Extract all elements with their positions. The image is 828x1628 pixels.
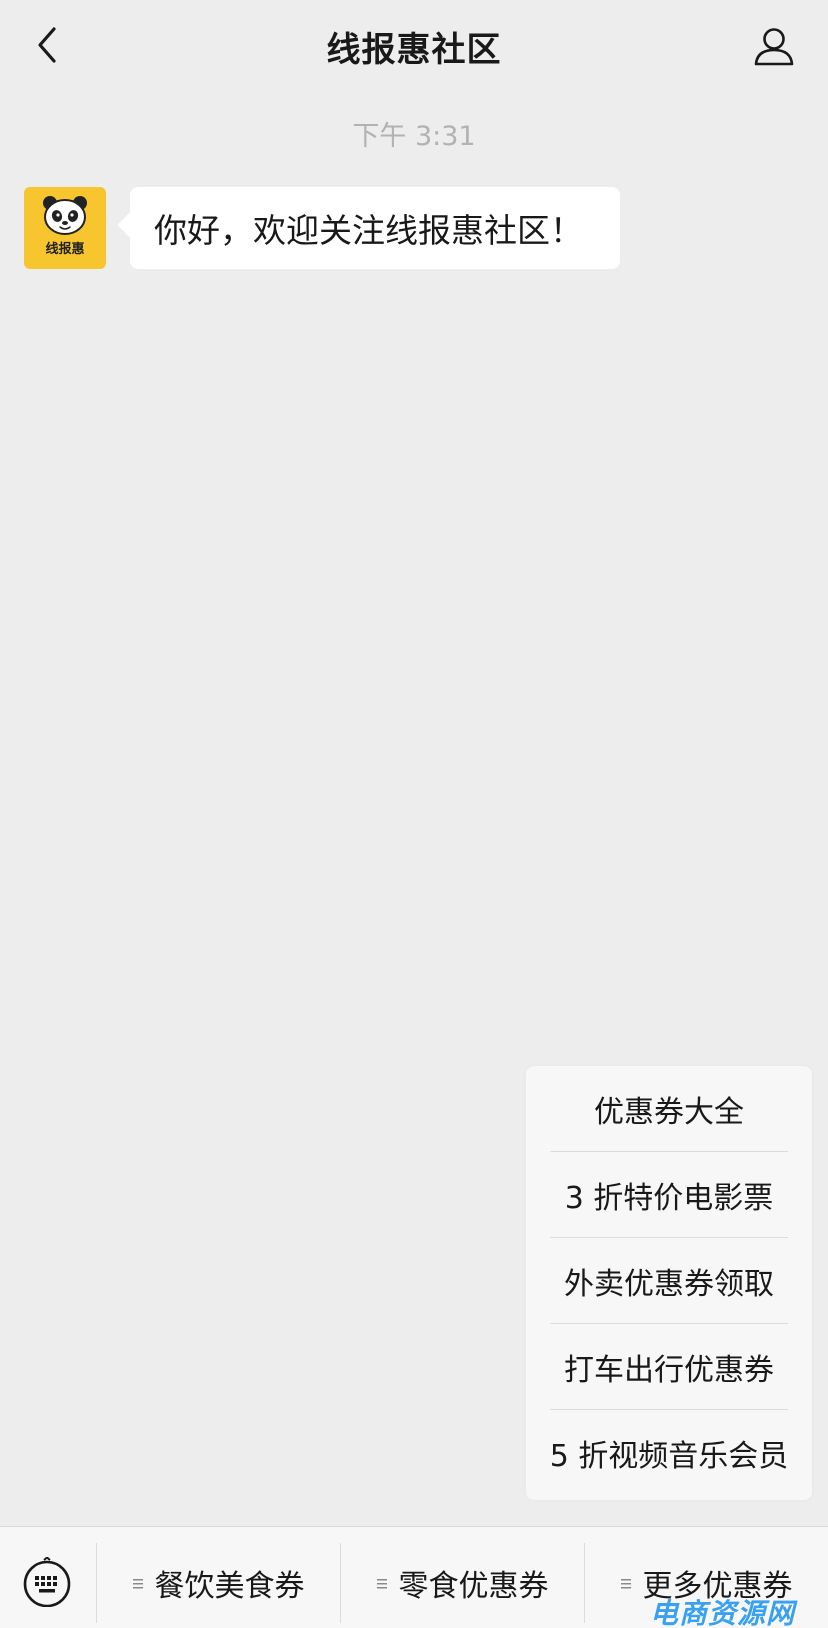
- bar-item-food-coupons[interactable]: 餐饮美食券: [97, 1543, 340, 1623]
- menu-item-ride-coupons[interactable]: 打车出行优惠券: [550, 1324, 788, 1410]
- menu-item-takeout-coupons[interactable]: 外卖优惠券领取: [550, 1238, 788, 1324]
- menu-item-movie-tickets[interactable]: 3 折特价电影票: [550, 1152, 788, 1238]
- keyboard-toggle-button[interactable]: [22, 1556, 72, 1608]
- list-icon: [132, 1578, 143, 1590]
- page-title: 线报惠社区: [326, 30, 502, 70]
- keyboard-icon: [23, 1556, 71, 1608]
- menu-item-coupons[interactable]: 优惠券大全: [550, 1066, 788, 1152]
- sub-menu-popup: 优惠券大全 3 折特价电影票 外卖优惠券领取 打车出行优惠券 5 折视频音乐会员: [526, 1066, 812, 1500]
- list-icon: [620, 1578, 631, 1590]
- menu-item-video-music-vip[interactable]: 5 折视频音乐会员: [550, 1410, 789, 1496]
- person-icon: [754, 28, 794, 66]
- message-text: 你好，欢迎关注线报惠社区！: [154, 211, 583, 250]
- bar-item-label: 餐饮美食券: [154, 1569, 305, 1604]
- message-timestamp: 下午 3:31: [352, 121, 476, 152]
- account-avatar[interactable]: 线报惠: [24, 187, 106, 269]
- avatar-label: 线报惠: [45, 242, 85, 257]
- bar-item-snack-coupons[interactable]: 零食优惠券: [341, 1543, 584, 1623]
- nav-header: 线报惠社区: [0, 0, 828, 92]
- profile-button[interactable]: [746, 18, 802, 74]
- panda-logo-icon: [43, 196, 87, 235]
- list-icon: [376, 1578, 387, 1590]
- message-bubble[interactable]: 你好，欢迎关注线报惠社区！: [130, 187, 620, 269]
- watermark: 电商资源网: [650, 1597, 796, 1626]
- bar-item-label: 零食优惠券: [398, 1569, 549, 1604]
